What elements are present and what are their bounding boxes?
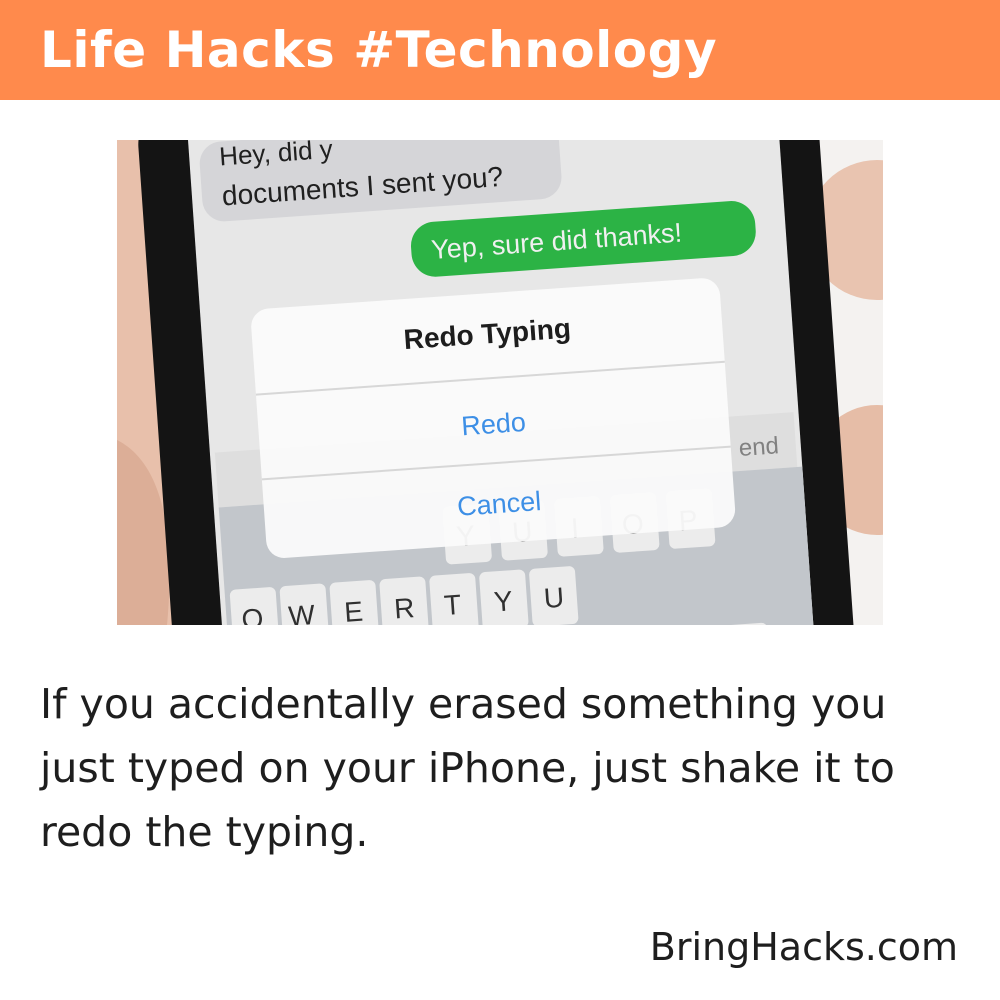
redo-button[interactable]: Redo <box>460 407 526 441</box>
header-banner: Life Hacks #Technology <box>0 0 1000 100</box>
site-credit: BringHacks.com <box>649 925 958 969</box>
hack-description: If you accidentally erased something you… <box>40 680 895 856</box>
iphone-illustration: Hey, did y documents I sent you? Yep, su… <box>117 140 883 625</box>
redo-typing-alert: Redo Typing Redo Cancel <box>251 278 736 558</box>
cancel-button[interactable]: Cancel <box>456 486 542 522</box>
iphone-photo: Hey, did y documents I sent you? Yep, su… <box>117 140 883 625</box>
page-title: Life Hacks #Technology <box>40 21 718 79</box>
